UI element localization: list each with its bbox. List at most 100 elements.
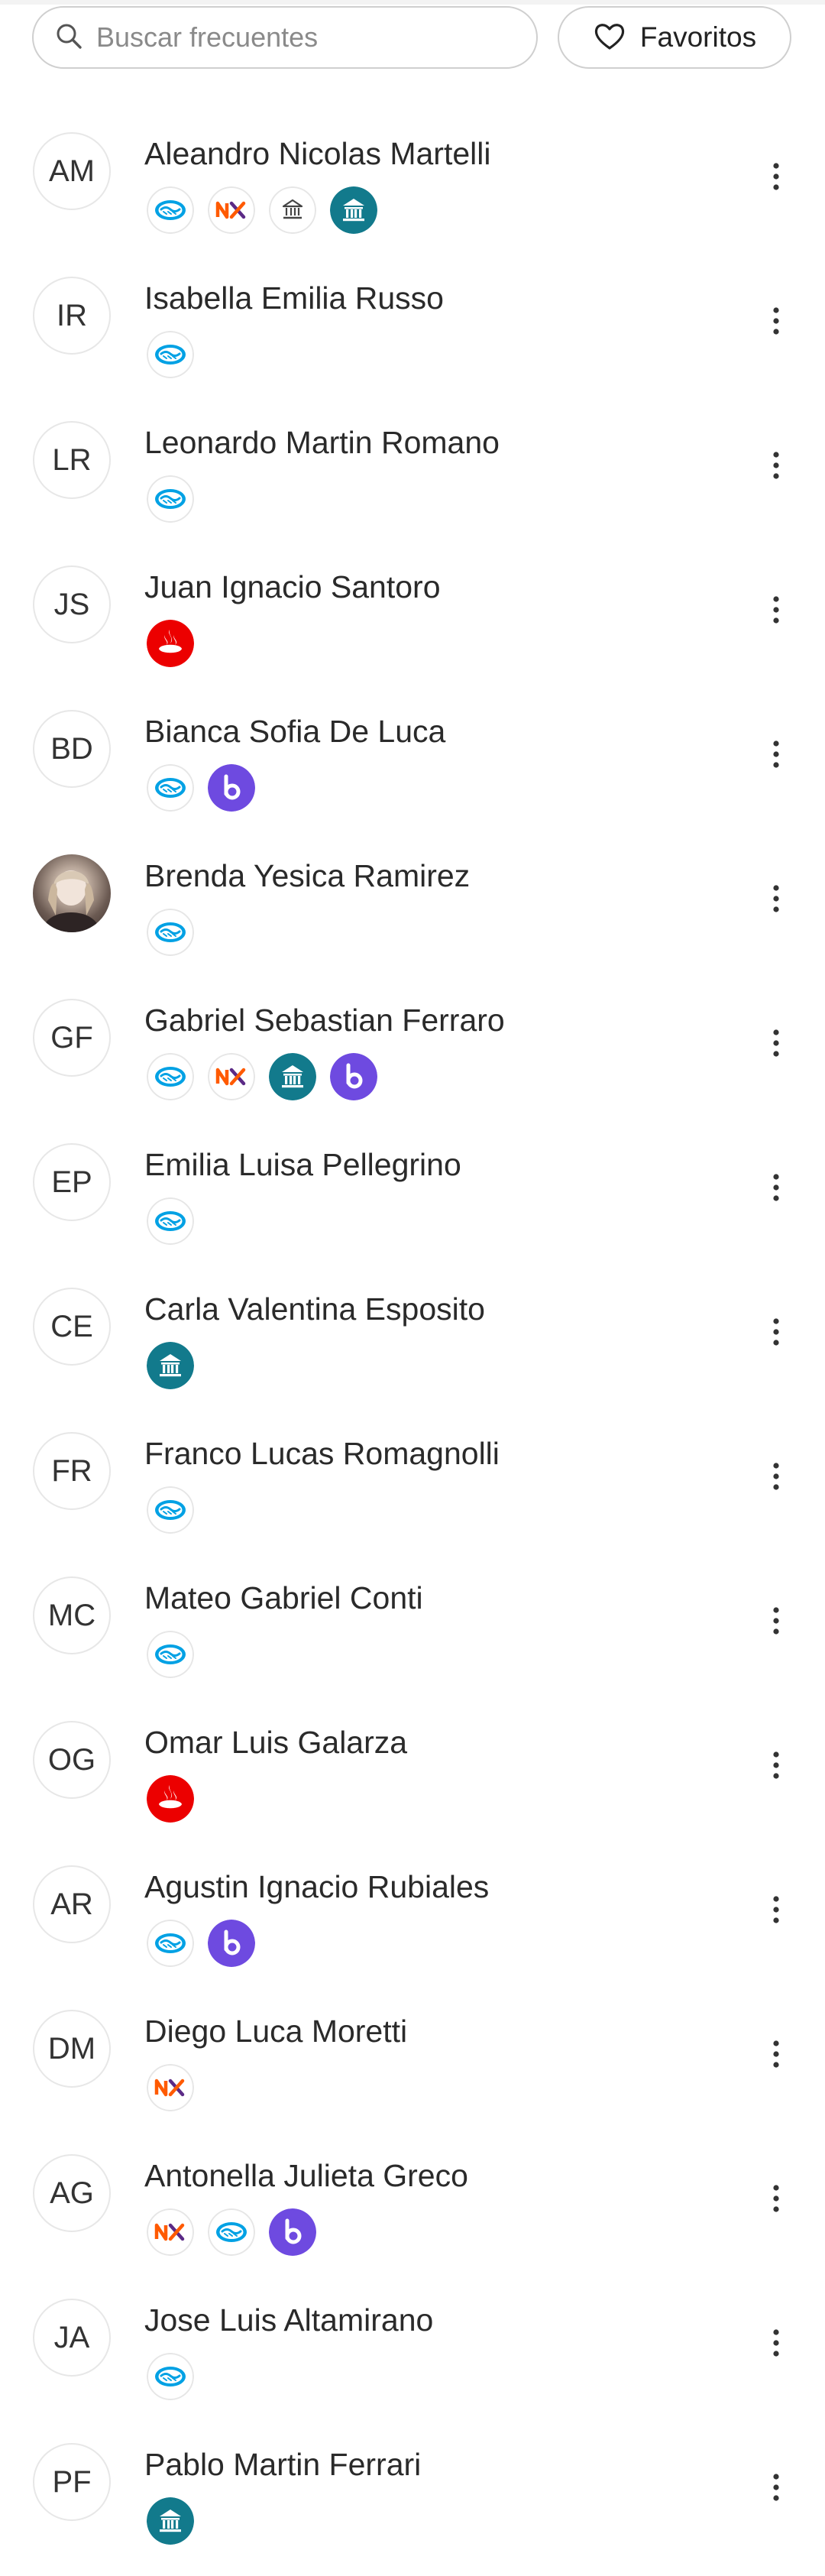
- contact-name: Bianca Sofia De Luca: [144, 714, 446, 749]
- avatar: AM: [33, 132, 111, 210]
- contact-row[interactable]: AM Aleandro Nicolas Martelli: [0, 121, 825, 265]
- contact-name: Pablo Martin Ferrari: [144, 2447, 422, 2482]
- santander-icon: [147, 1775, 194, 1823]
- account-icons: [147, 475, 194, 523]
- contact-name: Emilia Luisa Pellegrino: [144, 1147, 461, 1182]
- brubank-icon: [269, 2208, 316, 2256]
- contact-row[interactable]: MC Mateo Gabriel Conti: [0, 1565, 825, 1709]
- mercadopago-icon: [147, 186, 194, 234]
- account-icons: [147, 909, 194, 956]
- account-icons: [147, 1197, 194, 1245]
- contact-row[interactable]: IR Isabella Emilia Russo: [0, 265, 825, 410]
- contact-name: Antonella Julieta Greco: [144, 2158, 468, 2193]
- account-icons: [147, 2353, 194, 2400]
- more-options-icon[interactable]: [762, 1888, 790, 1931]
- account-icons: [147, 2064, 194, 2111]
- more-options-icon[interactable]: [762, 2033, 790, 2075]
- naranja-x-icon: [147, 2208, 194, 2256]
- contact-name: Omar Luis Galarza: [144, 1725, 408, 1760]
- bank-icon: [147, 2497, 194, 2545]
- account-icons: [147, 764, 255, 812]
- avatar: GF: [33, 999, 111, 1077]
- contact-name: Aleandro Nicolas Martelli: [144, 136, 491, 171]
- avatar: AR: [33, 1865, 111, 1943]
- mercadopago-icon: [147, 1053, 194, 1100]
- bank-icon: [269, 1053, 316, 1100]
- account-icons: [147, 2497, 194, 2545]
- account-icons: [147, 186, 377, 234]
- brubank-icon: [330, 1053, 377, 1100]
- avatar: JA: [33, 2299, 111, 2377]
- mercadopago-icon: [147, 2353, 194, 2400]
- contact-name: Diego Luca Moretti: [144, 2014, 408, 2049]
- santander-icon: [147, 620, 194, 667]
- avatar: AG: [33, 2154, 111, 2232]
- more-options-icon[interactable]: [762, 1022, 790, 1064]
- contact-row[interactable]: CE Carla Valentina Esposito: [0, 1276, 825, 1421]
- contact-name: Agustin Ignacio Rubiales: [144, 1869, 490, 1904]
- favorites-label: Favoritos: [639, 21, 757, 53]
- avatar: PF: [33, 2443, 111, 2521]
- account-icons: [147, 1775, 194, 1823]
- naranja-x-icon: [208, 1053, 255, 1100]
- mercadopago-icon: [147, 764, 194, 812]
- account-icons: [147, 1631, 194, 1678]
- more-options-icon[interactable]: [762, 444, 790, 487]
- contact-name: Mateo Gabriel Conti: [144, 1580, 423, 1615]
- contact-name: Jose Luis Altamirano: [144, 2302, 434, 2338]
- avatar: JS: [33, 565, 111, 643]
- mercadopago-icon: [208, 2208, 255, 2256]
- more-options-icon[interactable]: [762, 300, 790, 342]
- avatar: [33, 854, 111, 932]
- avatar: CE: [33, 1288, 111, 1366]
- more-options-icon[interactable]: [762, 733, 790, 776]
- contact-row[interactable]: FR Franco Lucas Romagnolli: [0, 1421, 825, 1565]
- mercadopago-icon: [147, 1631, 194, 1678]
- contact-row[interactable]: Brenda Yesica Ramirez: [0, 843, 825, 987]
- more-options-icon[interactable]: [762, 1599, 790, 1642]
- contact-row[interactable]: OG Omar Luis Galarza: [0, 1709, 825, 1854]
- contact-row[interactable]: JA Jose Luis Altamirano: [0, 2287, 825, 2432]
- search-placeholder: Buscar frecuentes: [96, 21, 319, 53]
- mercadopago-icon: [147, 1486, 194, 1534]
- account-icons: [147, 1920, 255, 1967]
- more-options-icon[interactable]: [762, 588, 790, 631]
- more-options-icon[interactable]: [762, 2177, 790, 2220]
- naranja-x-icon: [147, 2064, 194, 2111]
- avatar: LR: [33, 421, 111, 499]
- contact-row[interactable]: AR Agustin Ignacio Rubiales: [0, 1854, 825, 1998]
- search-icon: [53, 21, 84, 55]
- heart-icon: [593, 21, 626, 55]
- contact-row[interactable]: GF Gabriel Sebastian Ferraro: [0, 987, 825, 1132]
- more-options-icon[interactable]: [762, 877, 790, 920]
- favorites-button[interactable]: Favoritos: [558, 6, 791, 69]
- more-options-icon[interactable]: [762, 1455, 790, 1498]
- more-options-icon[interactable]: [762, 155, 790, 198]
- more-options-icon[interactable]: [762, 2466, 790, 2509]
- contact-name: Brenda Yesica Ramirez: [144, 858, 471, 893]
- contact-row[interactable]: EP Emilia Luisa Pellegrino: [0, 1132, 825, 1276]
- contact-row[interactable]: PF Pablo Martin Ferrari: [0, 2432, 825, 2576]
- contact-name: Isabella Emilia Russo: [144, 280, 444, 316]
- contact-name: Carla Valentina Esposito: [144, 1291, 485, 1327]
- more-options-icon[interactable]: [762, 1166, 790, 1209]
- naranja-x-icon: [208, 186, 255, 234]
- account-icons: [147, 331, 194, 378]
- brubank-icon: [208, 764, 255, 812]
- more-options-icon[interactable]: [762, 2322, 790, 2364]
- account-icons: [147, 2208, 316, 2256]
- contact-row[interactable]: AG Antonella Julieta Greco: [0, 2143, 825, 2287]
- more-options-icon[interactable]: [762, 1311, 790, 1353]
- mercadopago-icon: [147, 909, 194, 956]
- account-icons: [147, 620, 194, 667]
- contact-row[interactable]: JS Juan Ignacio Santoro: [0, 554, 825, 698]
- more-options-icon[interactable]: [762, 1744, 790, 1787]
- contact-row[interactable]: DM Diego Luca Moretti: [0, 1998, 825, 2143]
- account-icons: [147, 1486, 194, 1534]
- avatar: MC: [33, 1576, 111, 1654]
- search-input[interactable]: Buscar frecuentes: [32, 6, 538, 69]
- bank-icon: [147, 1342, 194, 1389]
- contact-row[interactable]: BD Bianca Sofia De Luca: [0, 698, 825, 843]
- bank-outline-icon: [269, 186, 316, 234]
- contact-row[interactable]: LR Leonardo Martin Romano: [0, 410, 825, 554]
